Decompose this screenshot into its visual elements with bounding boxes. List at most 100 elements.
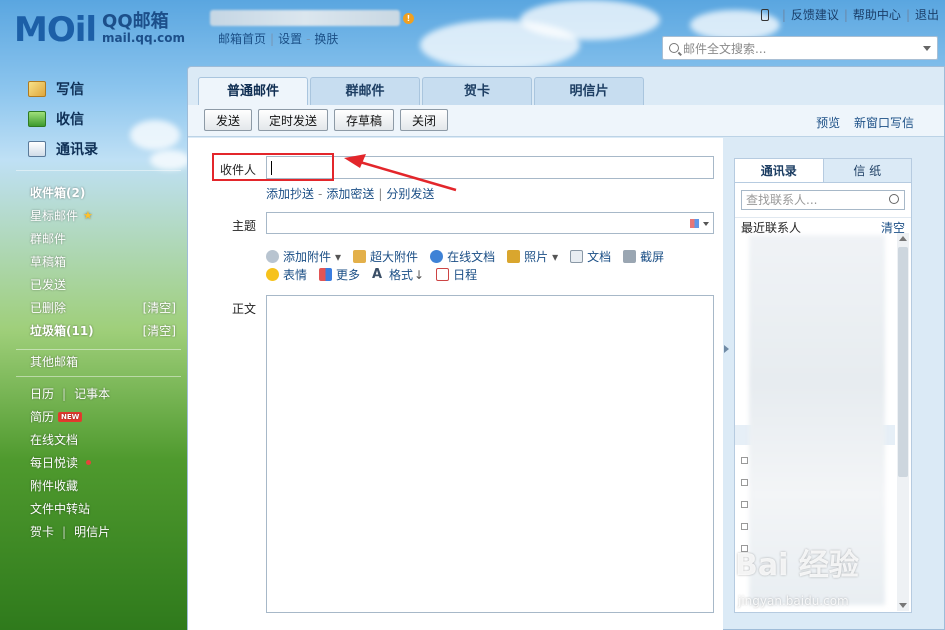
folder-label: 星标邮件 <box>30 209 79 223</box>
send-button[interactable]: 发送 <box>204 109 252 131</box>
greeting-card-link[interactable]: 贺卡 <box>30 523 54 540</box>
folder-label: 收件箱(2) <box>30 186 86 200</box>
chevron-down-icon[interactable]: ▾ <box>552 250 558 264</box>
folder-deleted[interactable]: 已删除 [清空] <box>0 296 186 319</box>
chevron-down-icon[interactable] <box>703 222 709 226</box>
photo-button[interactable]: 照片 ▾ <box>507 248 558 265</box>
qq-mail-logo[interactable]: MOil QQ邮箱 mail.qq.com <box>14 10 185 50</box>
resume-link[interactable]: 简历 NEW <box>0 405 186 428</box>
contacts-scrollbar[interactable] <box>897 233 909 611</box>
emoji-button[interactable]: 表情 <box>266 266 307 283</box>
search-icon[interactable] <box>889 194 899 204</box>
receive-label: 收信 <box>56 112 84 128</box>
baidu-watermark: Bai 经验 <box>735 548 859 583</box>
help-link[interactable]: 帮助中心 <box>853 6 901 23</box>
format-button[interactable]: A 格式 ↓ <box>372 266 424 283</box>
expand-group-icon[interactable] <box>741 501 748 508</box>
folder-inbox[interactable]: 收件箱(2) <box>0 181 186 204</box>
new-window-link[interactable]: 新窗口写信 <box>854 116 914 130</box>
folder-sent[interactable]: 已发送 <box>0 273 186 296</box>
subject-label: 主题 <box>232 219 257 233</box>
tab-normal-mail[interactable]: 普通邮件 <box>198 77 308 105</box>
scroll-down-icon[interactable] <box>899 603 907 608</box>
folder-drafts[interactable]: 草稿箱 <box>0 250 186 273</box>
body-label: 正文 <box>232 302 257 316</box>
expand-group-icon[interactable] <box>741 523 748 530</box>
document-button[interactable]: 文档 <box>570 248 611 265</box>
add-attachment-button[interactable]: 添加附件 ▾ <box>266 248 341 265</box>
add-bcc-link[interactable]: 添加密送 <box>326 187 374 201</box>
expand-group-icon[interactable] <box>741 479 748 486</box>
document-icon <box>570 250 584 263</box>
chevron-down-icon[interactable] <box>923 46 931 51</box>
clear-spam-link[interactable]: [清空] <box>143 322 176 339</box>
toolbar-right-links: 预览 新窗口写信 <box>816 114 914 131</box>
expand-group-icon[interactable] <box>741 457 748 464</box>
separate-send-link[interactable]: 分别发送 <box>386 187 434 201</box>
clear-deleted-link[interactable]: [清空] <box>143 299 176 316</box>
folder-starred[interactable]: 星标邮件 ★ <box>0 204 186 227</box>
close-button[interactable]: 关闭 <box>400 109 448 131</box>
online-docs-link[interactable]: 在线文档 <box>0 428 186 451</box>
tab-contacts[interactable]: 通讯录 <box>735 159 824 182</box>
body-editor[interactable] <box>266 295 714 613</box>
alert-icon[interactable]: ! <box>403 13 414 24</box>
write-mail-button[interactable]: 写信 <box>0 74 186 104</box>
expand-panel-icon[interactable] <box>724 345 729 353</box>
folder-spam[interactable]: 垃圾箱(11) [清空] <box>0 319 186 342</box>
tool-label: 添加附件 <box>283 250 332 264</box>
subject-input[interactable] <box>266 212 714 234</box>
schedule-button[interactable]: 日程 <box>436 266 477 283</box>
docs-label: 在线文档 <box>30 433 79 447</box>
contacts-button[interactable]: 通讯录 <box>0 134 186 164</box>
notepad-link[interactable]: 记事本 <box>74 385 110 402</box>
more-button[interactable]: 更多 <box>319 266 360 283</box>
feedback-link[interactable]: 反馈建议 <box>791 6 839 23</box>
file-transfer-link[interactable]: 文件中转站 <box>0 497 186 520</box>
folder-other-mailbox[interactable]: 其他邮箱 <box>0 350 186 373</box>
apps-grid-icon[interactable] <box>690 219 699 228</box>
skin-link[interactable]: 换肤 <box>314 32 338 46</box>
format-toolbar: 表情 更多 A 格式 ↓ 日程 <box>266 266 489 283</box>
folder-label: 群邮件 <box>30 232 67 246</box>
tool-label: 超大附件 <box>370 250 419 264</box>
folder-label: 草稿箱 <box>30 255 67 269</box>
contact-search-placeholder: 查找联系人... <box>746 193 818 207</box>
scroll-thumb[interactable] <box>898 247 908 477</box>
apps-list: 日历 | 记事本 简历 NEW 在线文档 每日悦读 附件收藏 文件中转站 贺卡 | 明信片 <box>0 382 186 543</box>
logout-link[interactable]: 退出 <box>915 6 939 23</box>
recipient-options: 添加抄送 - 添加密送 | 分别发送 <box>266 187 435 201</box>
compose-toolbar: 发送 定时发送 存草稿 关闭 预览 新窗口写信 <box>188 105 944 137</box>
share-nodes-icon <box>430 250 444 263</box>
screenshot-button[interactable]: 截屏 <box>623 248 664 265</box>
star-icon: ★ <box>83 209 93 222</box>
scheduled-send-button[interactable]: 定时发送 <box>258 109 328 131</box>
scroll-up-icon[interactable] <box>899 236 907 241</box>
folder-group[interactable]: 群邮件 <box>0 227 186 250</box>
large-attachment-button[interactable]: 超大附件 <box>353 248 418 265</box>
online-doc-button[interactable]: 在线文档 <box>430 248 495 265</box>
receive-mail-button[interactable]: 收信 <box>0 104 186 134</box>
mailbox-home-link[interactable]: 邮箱首页 <box>218 32 266 46</box>
phone-icon[interactable] <box>760 8 769 21</box>
daily-reading-link[interactable]: 每日悦读 <box>0 451 186 474</box>
sidebar-actions: 写信 收信 通讯录 <box>0 74 186 164</box>
chevron-down-icon[interactable]: ▾ <box>335 250 341 264</box>
contact-search-input[interactable]: 查找联系人... <box>741 190 905 210</box>
preview-link[interactable]: 预览 <box>816 116 840 130</box>
tool-label: 文档 <box>587 250 612 264</box>
attachment-collection-link[interactable]: 附件收藏 <box>0 474 186 497</box>
tab-postcard[interactable]: 明信片 <box>534 77 644 105</box>
save-draft-button[interactable]: 存草稿 <box>334 109 394 131</box>
font-format-icon: A <box>372 267 383 282</box>
postcard-link[interactable]: 明信片 <box>74 523 110 540</box>
tool-label: 截屏 <box>640 250 665 264</box>
fulltext-search-input[interactable]: 邮件全文搜索... <box>662 36 938 60</box>
tab-greeting-card[interactable]: 贺卡 <box>422 77 532 105</box>
calendar-link[interactable]: 日历 <box>30 385 54 402</box>
add-cc-link[interactable]: 添加抄送 <box>266 187 314 201</box>
baidu-watermark-url: jingyan.baidu.com <box>738 594 849 608</box>
tab-stationery[interactable]: 信 纸 <box>824 159 912 182</box>
settings-link[interactable]: 设置 <box>278 32 302 46</box>
tab-group-mail[interactable]: 群邮件 <box>310 77 420 105</box>
